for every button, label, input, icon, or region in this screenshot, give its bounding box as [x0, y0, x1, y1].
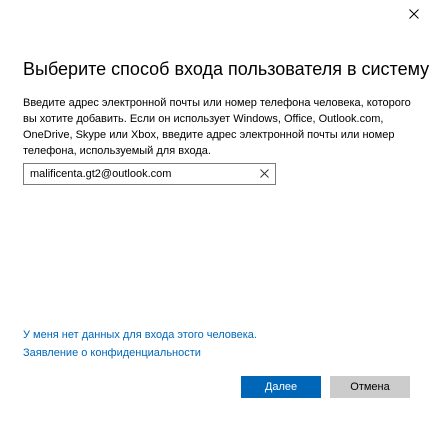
cancel-button[interactable]: Отмена	[330, 376, 410, 398]
sign-in-dialog: Выберите способ входа пользователя в сис…	[0, 0, 434, 421]
no-sign-in-info-link[interactable]: У меня нет данных для входа этого челове…	[23, 329, 257, 341]
email-field-container	[23, 163, 276, 185]
clear-icon	[259, 165, 269, 183]
close-icon	[409, 9, 419, 19]
title-bar	[0, 0, 434, 30]
email-input[interactable]	[24, 164, 253, 184]
dialog-heading: Выберите способ входа пользователя в сис…	[23, 59, 430, 79]
dialog-description: Введите адрес электронной почты или номе…	[23, 97, 411, 157]
next-button[interactable]: Далее	[241, 376, 321, 398]
close-button[interactable]	[394, 0, 434, 28]
privacy-statement-link[interactable]: Заявление о конфиденциальности	[23, 347, 201, 359]
clear-input-button[interactable]	[253, 164, 275, 184]
